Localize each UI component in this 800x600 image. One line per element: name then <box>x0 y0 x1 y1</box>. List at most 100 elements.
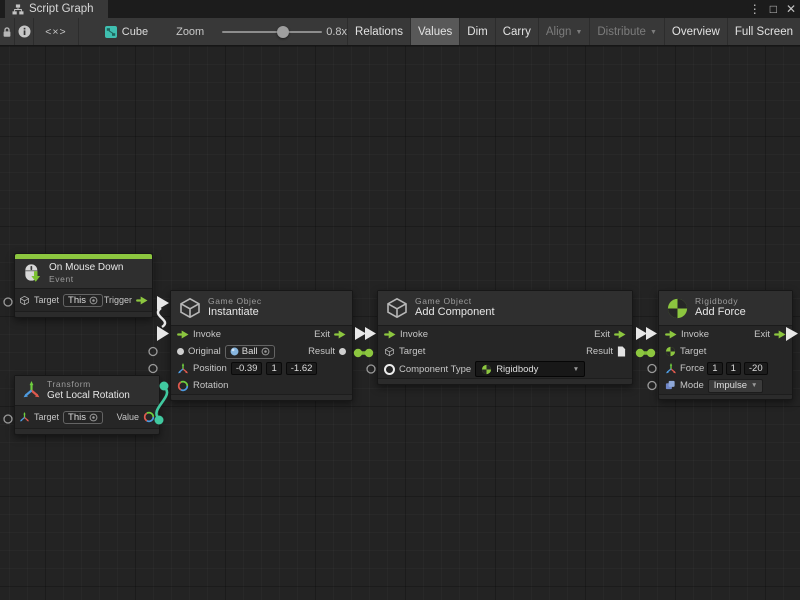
node-add-component[interactable]: Game Object Add Component Invoke Exit <box>377 290 633 385</box>
rotation-icon <box>177 380 189 392</box>
invoke-port-label: Invoke <box>681 329 709 340</box>
rigidbody-icon <box>665 346 676 357</box>
invoke-flow-port[interactable] <box>384 330 396 339</box>
tab-script-graph[interactable]: Script Graph <box>5 0 108 18</box>
position-z-field[interactable]: -1.62 <box>286 362 318 375</box>
code-view-button[interactable]: <×> <box>34 18 79 45</box>
align-button[interactable]: Align ▼ <box>538 18 590 45</box>
original-object-field[interactable]: Ball <box>225 345 275 359</box>
force-mode-dropdown[interactable]: Impulse ▼ <box>708 379 764 393</box>
value-wire-endpoint[interactable] <box>636 349 644 357</box>
port-row-target: Target <box>659 343 792 360</box>
value-wire-endpoint[interactable] <box>354 349 362 357</box>
node-footer <box>171 394 352 400</box>
node-instantiate[interactable]: Game Objec Instantiate Invoke Exit <box>170 290 353 401</box>
rotation-value-port[interactable] <box>143 411 155 423</box>
carry-button[interactable]: Carry <box>495 18 538 45</box>
maximize-icon[interactable]: □ <box>770 0 777 18</box>
force-y-field[interactable]: 1 <box>726 362 741 375</box>
fullscreen-button[interactable]: Full Screen <box>727 18 800 45</box>
object-picker-icon[interactable] <box>89 413 98 422</box>
component-doc-icon[interactable] <box>617 346 626 357</box>
exit-flow-port[interactable] <box>614 330 626 339</box>
node-header[interactable]: Game Object Add Component <box>378 291 632 326</box>
zoom-slider[interactable] <box>222 26 322 38</box>
flow-arrowhead[interactable] <box>355 327 366 340</box>
node-title: On Mouse Down <box>49 262 123 275</box>
mode-port-label: Mode <box>680 380 704 391</box>
lock-icon <box>1 26 13 38</box>
window-menu-icon[interactable]: ⋮ <box>749 0 761 18</box>
open-port-mode[interactable] <box>648 382 656 390</box>
node-get-local-rotation[interactable]: Transform Get Local Rotation Target This <box>14 375 160 435</box>
gameobject-icon <box>19 295 30 306</box>
component-type-dropdown[interactable]: Rigidbody ▼ <box>475 361 585 377</box>
graph-name: Cube <box>122 26 148 38</box>
flow-arrowhead[interactable] <box>365 327 376 340</box>
flow-arrowhead[interactable] <box>157 296 169 310</box>
invoke-flow-port[interactable] <box>665 330 677 339</box>
node-header[interactable]: On Mouse Down Event <box>15 259 152 289</box>
target-object-field[interactable]: This <box>63 294 103 307</box>
target-port-label: Target <box>34 295 59 305</box>
trigger-flow-port[interactable] <box>136 296 148 305</box>
exit-flow-port[interactable] <box>334 330 346 339</box>
dropdown-caret-icon: ▼ <box>573 366 579 373</box>
invoke-flow-port[interactable] <box>177 330 189 339</box>
node-category: Transform <box>47 379 130 390</box>
node-header[interactable]: Rigidbody Add Force <box>659 291 792 326</box>
graph-breadcrumb[interactable]: Cube <box>105 18 148 45</box>
gameobject-icon <box>178 296 202 320</box>
open-port-position[interactable] <box>149 365 157 373</box>
target-port-label: Target <box>399 346 425 357</box>
graph-toolbar: <×> Cube Zoom 0.8x Relations Values Dim … <box>0 18 800 46</box>
values-button[interactable]: Values <box>410 18 459 45</box>
exit-flow-port[interactable] <box>774 330 786 339</box>
zoom-value: 0.8x <box>326 26 347 38</box>
dim-button[interactable]: Dim <box>459 18 494 45</box>
node-header[interactable]: Transform Get Local Rotation <box>15 376 159 406</box>
object-picker-icon[interactable] <box>261 347 270 356</box>
relations-button[interactable]: Relations <box>347 18 410 45</box>
target-object-field[interactable]: This <box>63 411 103 424</box>
graph-canvas[interactable]: On Mouse Down Event Target This T <box>0 46 800 600</box>
zoom-slider-track <box>222 31 322 33</box>
value-wire-endpoint[interactable] <box>365 349 373 357</box>
port-row-original-result: Original Ball Result <box>171 343 352 360</box>
wire-trigger-to-invoke[interactable] <box>158 308 165 327</box>
force-x-field[interactable]: 1 <box>707 362 722 375</box>
node-footer <box>15 311 152 317</box>
result-value-port[interactable] <box>339 348 346 355</box>
value-wire-endpoint[interactable] <box>647 349 655 357</box>
original-value-port[interactable] <box>177 348 184 355</box>
flow-arrowhead[interactable] <box>157 326 169 341</box>
port-row-position: Position -0.39 1 -1.62 <box>171 360 352 377</box>
flow-arrowhead[interactable] <box>636 327 647 340</box>
open-port-target[interactable] <box>4 415 12 423</box>
node-title: Get Local Rotation <box>47 390 130 403</box>
force-z-field[interactable]: -20 <box>744 362 768 375</box>
rigidbody-icon <box>666 297 689 320</box>
open-port-force[interactable] <box>648 365 656 373</box>
node-title: Add Component <box>415 306 495 320</box>
open-port-original[interactable] <box>149 348 157 356</box>
node-category: Rigidbody <box>695 296 746 307</box>
result-port-label: Result <box>586 346 613 357</box>
info-button[interactable] <box>15 18 34 45</box>
overview-button[interactable]: Overview <box>664 18 727 45</box>
position-x-field[interactable]: -0.39 <box>231 362 263 375</box>
value-wire-endpoint[interactable] <box>160 382 169 391</box>
close-icon[interactable]: ✕ <box>786 0 796 18</box>
zoom-slider-handle[interactable] <box>277 26 289 38</box>
node-add-force[interactable]: Rigidbody Add Force Invoke Exit <box>658 290 793 400</box>
flow-arrowhead[interactable] <box>646 327 657 340</box>
position-y-field[interactable]: 1 <box>266 362 281 375</box>
node-on-mouse-down[interactable]: On Mouse Down Event Target This T <box>14 253 153 318</box>
object-picker-icon[interactable] <box>89 296 98 305</box>
open-port-component-type[interactable] <box>367 365 375 373</box>
component-type-port[interactable] <box>384 364 395 375</box>
distribute-button[interactable]: Distribute ▼ <box>589 18 664 45</box>
node-header[interactable]: Game Objec Instantiate <box>171 291 352 326</box>
lock-button[interactable] <box>0 18 15 45</box>
open-port-target[interactable] <box>4 298 12 306</box>
